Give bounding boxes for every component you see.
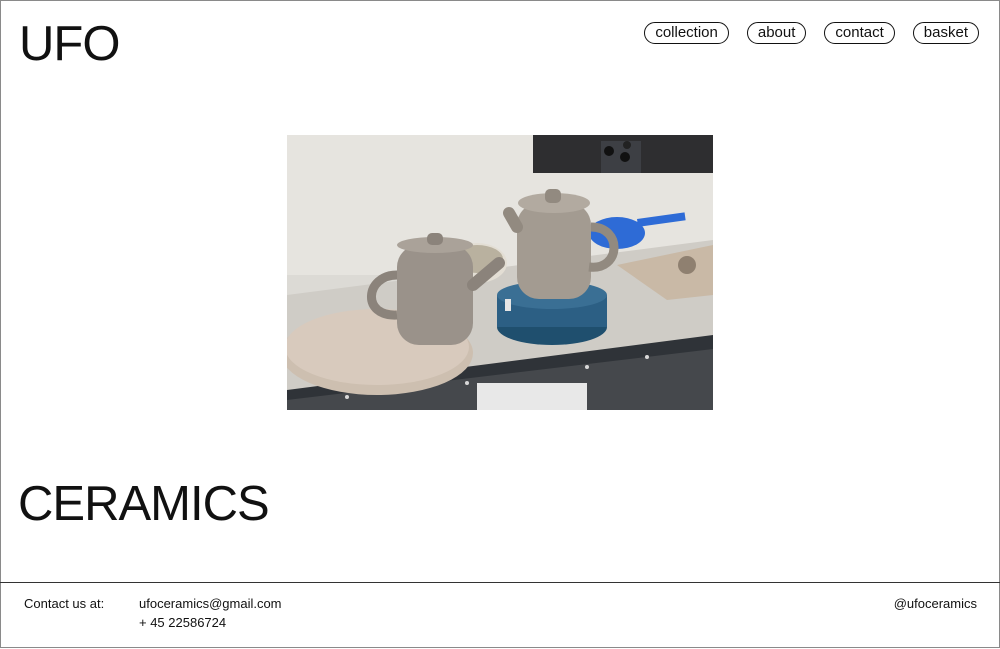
- hero-photo-illustration: [287, 135, 713, 410]
- footer-social-link[interactable]: @ufoceramics: [894, 596, 977, 611]
- site-footer: Contact us at: ufoceramics@gmail.com + 4…: [0, 582, 1000, 649]
- hero-image: [287, 135, 713, 410]
- footer-contact-label: Contact us at:: [24, 596, 105, 611]
- nav-basket-button[interactable]: basket: [912, 22, 979, 44]
- nav-contact-button[interactable]: contact: [824, 22, 895, 44]
- footer-phone-link[interactable]: + 45 22586724: [139, 615, 226, 630]
- page-headline: CERAMICS: [18, 477, 270, 531]
- footer-email-link[interactable]: ufoceramics@gmail.com: [139, 596, 282, 611]
- nav-about-button[interactable]: about: [746, 22, 807, 44]
- nav-collection-button[interactable]: collection: [644, 22, 729, 44]
- brand-logo[interactable]: UFO: [19, 16, 120, 72]
- main-nav: collection about contact basket: [644, 22, 979, 44]
